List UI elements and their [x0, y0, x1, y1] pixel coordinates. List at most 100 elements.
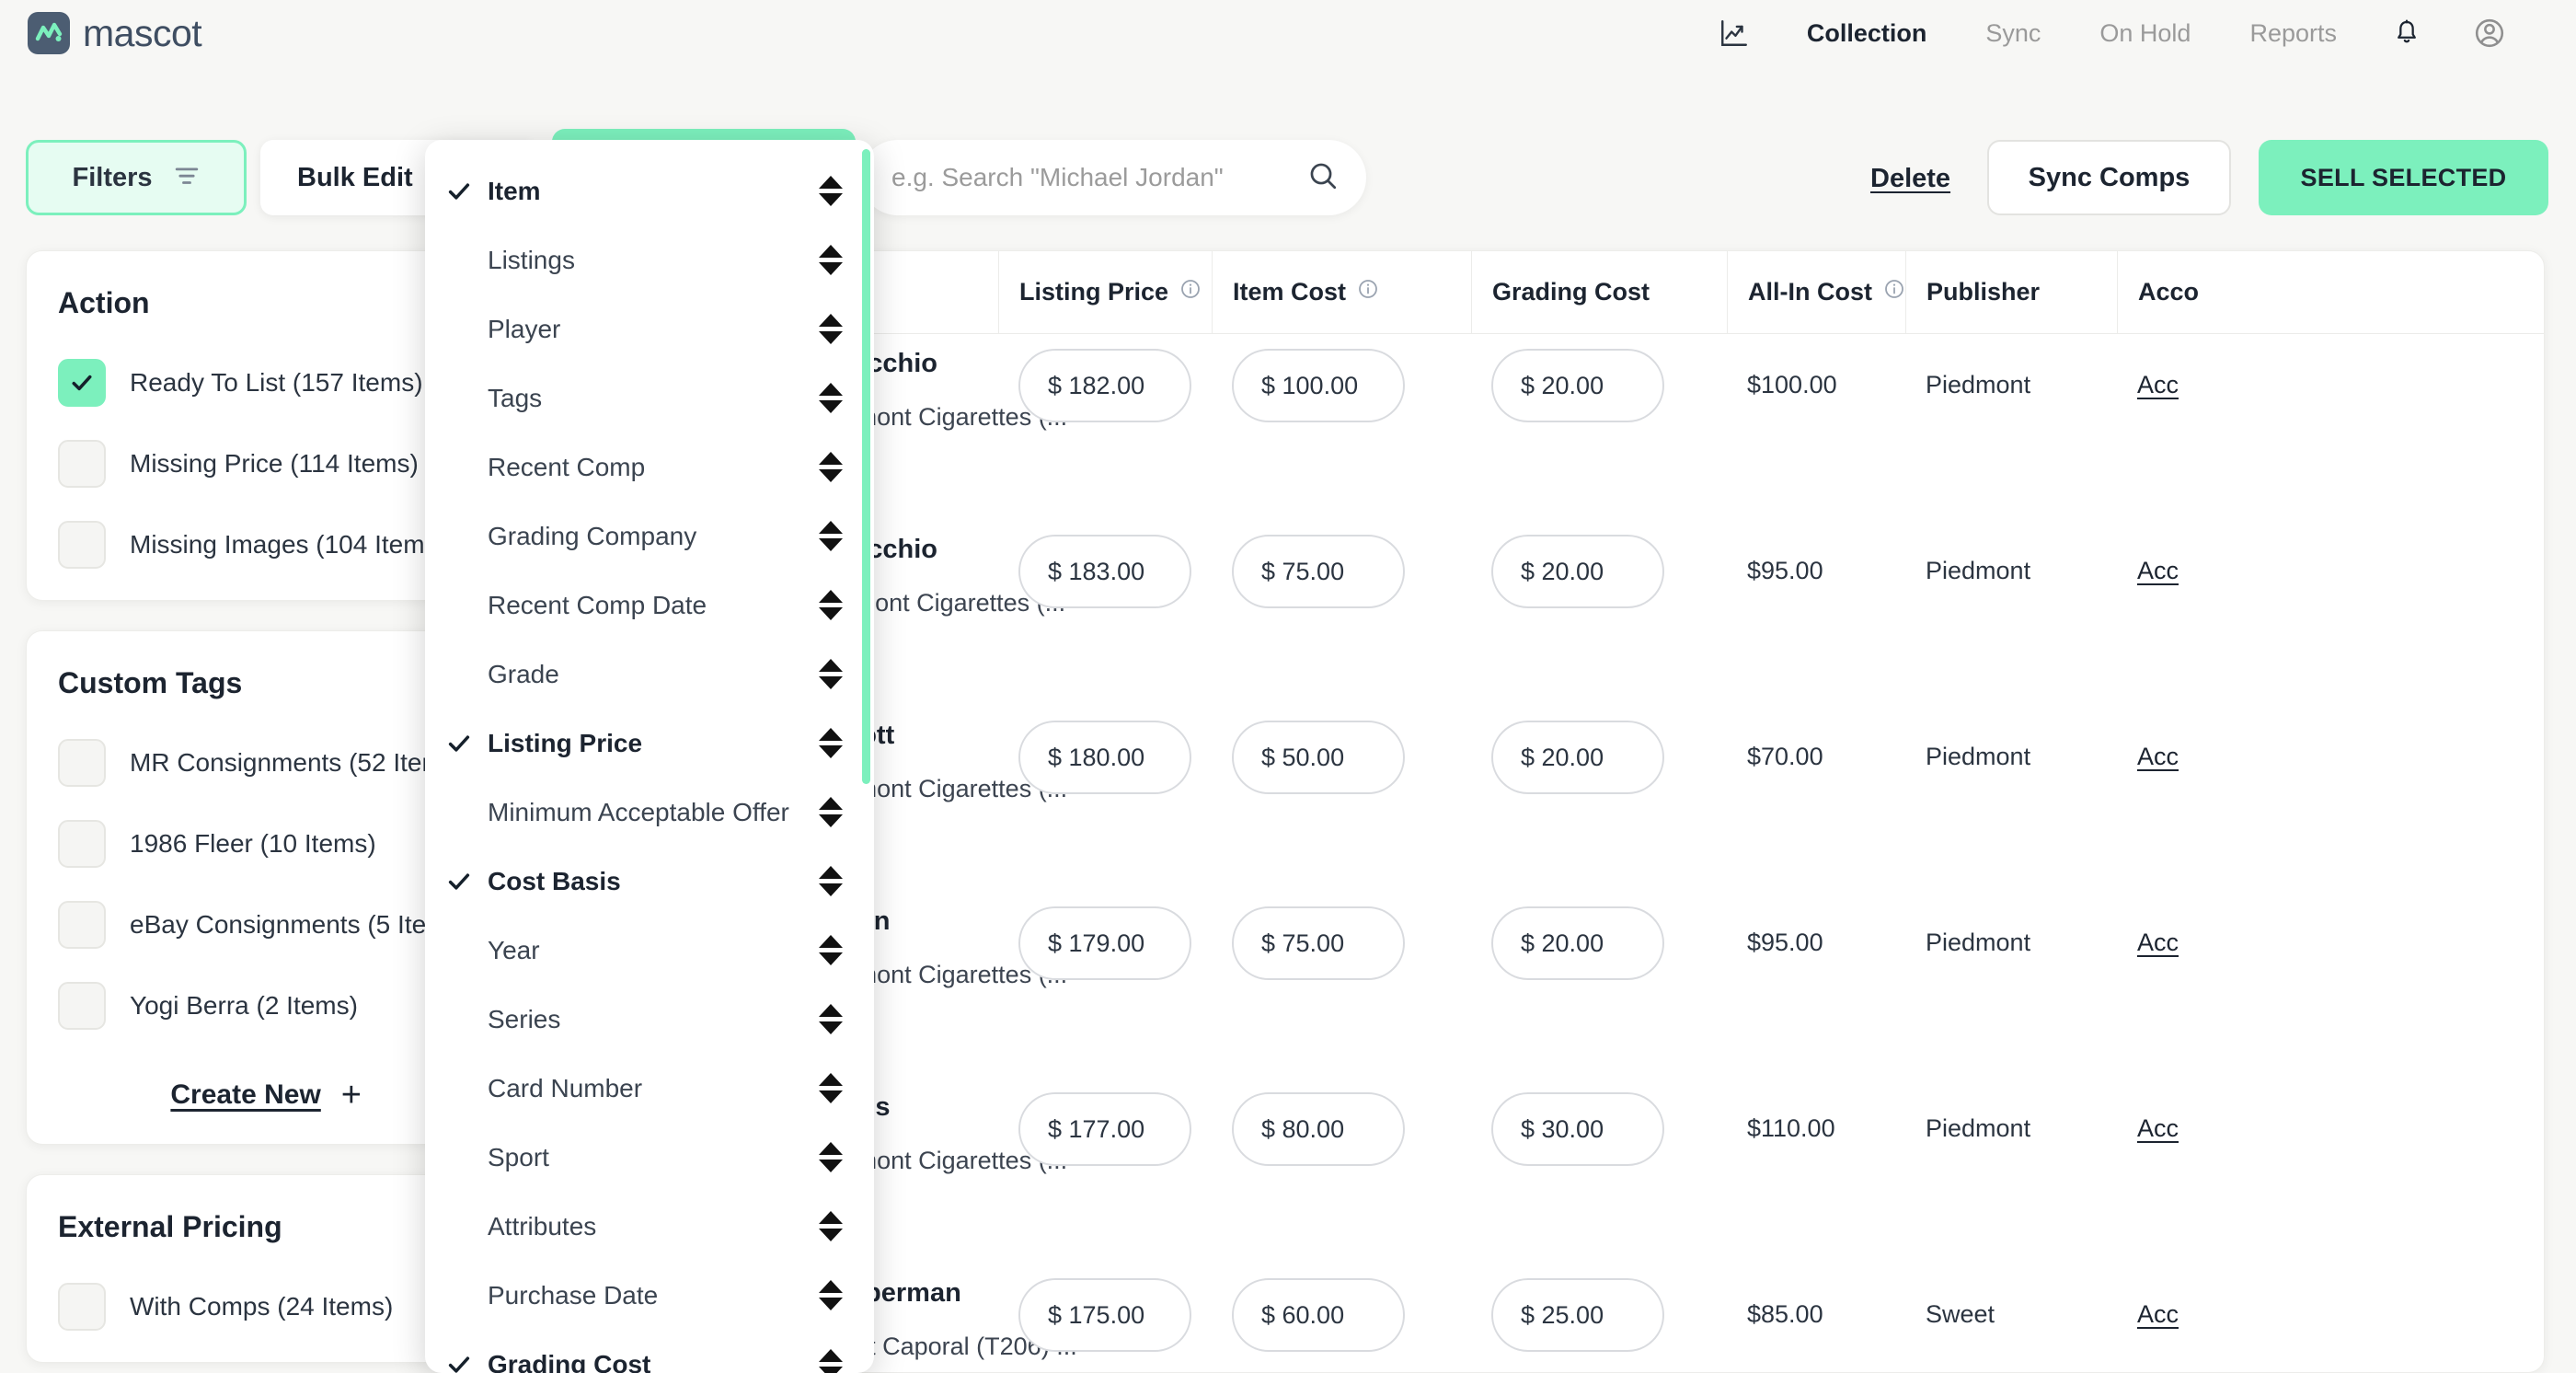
sort-direction-icon[interactable] — [815, 452, 846, 482]
sort-direction-icon[interactable] — [815, 797, 846, 827]
sort-option-card-number[interactable]: Card Number — [425, 1054, 874, 1123]
filters-button[interactable]: Filters — [26, 140, 247, 215]
listing-price-input[interactable]: $ 182.00 — [1018, 349, 1191, 422]
account-link[interactable]: Acc — [2137, 557, 2179, 585]
filter-option-yogi-berra[interactable]: Yogi Berra (2 Items) — [58, 982, 426, 1030]
checkbox-icon[interactable] — [58, 820, 106, 868]
row-listing-price-cell[interactable]: $ 182.00 — [998, 334, 1212, 520]
checkbox-icon[interactable] — [58, 440, 106, 488]
sort-option-purchase-date[interactable]: Purchase Date — [425, 1261, 874, 1330]
row-grading-cost-cell[interactable]: $ 25.00 — [1471, 1263, 1727, 1372]
row-grading-cost-cell[interactable]: $ 20.00 — [1471, 706, 1727, 892]
user-account-icon[interactable] — [2447, 17, 2532, 50]
sort-direction-icon[interactable] — [815, 659, 846, 689]
column-header-all-in-cost[interactable]: All-In Cost — [1727, 251, 1905, 334]
sort-direction-icon[interactable] — [815, 1073, 846, 1103]
row-account-cell[interactable]: Acc — [2117, 1263, 2301, 1372]
search-input[interactable] — [891, 163, 1307, 192]
column-header-listing-price[interactable]: Listing Price — [998, 251, 1212, 334]
sort-option-item[interactable]: Item — [425, 156, 874, 225]
nav-link-on-hold[interactable]: On Hold — [2070, 19, 2220, 48]
filter-option-1986-fleer[interactable]: 1986 Fleer (10 Items) — [58, 820, 426, 868]
checkbox-icon[interactable] — [58, 521, 106, 569]
item-cost-input[interactable]: $ 80.00 — [1232, 1092, 1405, 1166]
item-cost-input[interactable]: $ 75.00 — [1232, 906, 1405, 980]
sort-direction-icon[interactable] — [815, 314, 846, 344]
sort-option-grade[interactable]: Grade — [425, 640, 874, 709]
item-cost-input[interactable]: $ 75.00 — [1232, 535, 1405, 608]
create-new-tag-button[interactable]: Create New + — [58, 1078, 426, 1113]
row-listing-price-cell[interactable]: $ 177.00 — [998, 1078, 1212, 1263]
search-box[interactable] — [860, 140, 1366, 215]
checkbox-icon[interactable] — [58, 739, 106, 787]
row-grading-cost-cell[interactable]: $ 20.00 — [1471, 892, 1727, 1078]
grading-cost-input[interactable]: $ 20.00 — [1491, 721, 1664, 794]
analytics-chart-icon[interactable] — [1691, 17, 1777, 49]
sort-direction-icon[interactable] — [815, 935, 846, 965]
sort-option-cost-basis[interactable]: Cost Basis — [425, 847, 874, 916]
row-listing-price-cell[interactable]: $ 175.00 — [998, 1263, 1212, 1372]
sort-direction-icon[interactable] — [815, 1349, 846, 1373]
row-item-cost-cell[interactable]: $ 50.00 — [1212, 706, 1471, 892]
row-item-cost-cell[interactable]: $ 60.00 — [1212, 1263, 1471, 1372]
nav-link-sync[interactable]: Sync — [1956, 19, 2070, 48]
sell-selected-button[interactable]: SELL SELECTED — [2259, 140, 2548, 215]
listing-price-input[interactable]: $ 180.00 — [1018, 721, 1191, 794]
nav-link-collection[interactable]: Collection — [1777, 19, 1957, 48]
grading-cost-input[interactable]: $ 25.00 — [1491, 1278, 1664, 1352]
sort-direction-icon[interactable] — [815, 521, 846, 551]
row-account-cell[interactable]: Acc — [2117, 892, 2301, 1078]
sort-direction-icon[interactable] — [815, 728, 846, 758]
listing-price-input[interactable]: $ 177.00 — [1018, 1092, 1191, 1166]
checkbox-icon[interactable] — [58, 901, 106, 949]
sort-direction-icon[interactable] — [815, 245, 846, 275]
account-link[interactable]: Acc — [2137, 929, 2179, 957]
filter-option-ready-to-list[interactable]: Ready To List (157 Items) — [58, 359, 426, 407]
listing-price-input[interactable]: $ 175.00 — [1018, 1278, 1191, 1352]
sort-option-series[interactable]: Series — [425, 985, 874, 1054]
nav-link-reports[interactable]: Reports — [2220, 19, 2366, 48]
sort-option-recent-comp[interactable]: Recent Comp — [425, 433, 874, 502]
sort-option-grading-company[interactable]: Grading Company — [425, 502, 874, 571]
search-icon[interactable] — [1307, 160, 1339, 196]
filter-option-missing-price[interactable]: Missing Price (114 Items) — [58, 440, 426, 488]
row-account-cell[interactable]: Acc — [2117, 1078, 2301, 1263]
listing-price-input[interactable]: $ 179.00 — [1018, 906, 1191, 980]
listing-price-input[interactable]: $ 183.00 — [1018, 535, 1191, 608]
account-link[interactable]: Acc — [2137, 371, 2179, 399]
dropdown-scrollbar-thumb[interactable] — [862, 149, 870, 784]
column-header-publisher[interactable]: Publisher — [1905, 251, 2117, 334]
grading-cost-input[interactable]: $ 20.00 — [1491, 535, 1664, 608]
sync-comps-button[interactable]: Sync Comps — [1987, 140, 2231, 215]
sort-option-tags[interactable]: Tags — [425, 363, 874, 433]
row-grading-cost-cell[interactable]: $ 30.00 — [1471, 1078, 1727, 1263]
row-account-cell[interactable]: Acc — [2117, 520, 2301, 706]
row-grading-cost-cell[interactable]: $ 20.00 — [1471, 334, 1727, 520]
row-account-cell[interactable]: Acc — [2117, 706, 2301, 892]
sort-option-listing-price[interactable]: Listing Price — [425, 709, 874, 778]
info-circle-icon[interactable] — [1883, 278, 1905, 306]
account-link[interactable]: Acc — [2137, 1114, 2179, 1143]
sort-option-sport[interactable]: Sport — [425, 1123, 874, 1192]
row-listing-price-cell[interactable]: $ 183.00 — [998, 520, 1212, 706]
sort-direction-icon[interactable] — [815, 1004, 846, 1034]
filter-option-ebay-consignments[interactable]: eBay Consignments (5 Items) — [58, 901, 469, 949]
column-header-account[interactable]: Acco — [2117, 251, 2301, 334]
row-item-cost-cell[interactable]: $ 75.00 — [1212, 892, 1471, 1078]
info-circle-icon[interactable] — [1179, 278, 1202, 306]
sort-direction-icon[interactable] — [815, 1211, 846, 1241]
sort-direction-icon[interactable] — [815, 1280, 846, 1310]
filter-option-missing-images[interactable]: Missing Images (104 Items) — [58, 521, 446, 569]
column-header-grading-cost[interactable]: Grading Cost — [1471, 251, 1727, 334]
item-cost-input[interactable]: $ 60.00 — [1232, 1278, 1405, 1352]
notification-bell-icon[interactable] — [2366, 17, 2447, 49]
item-cost-input[interactable]: $ 100.00 — [1232, 349, 1405, 422]
item-cost-input[interactable]: $ 50.00 — [1232, 721, 1405, 794]
checkbox-icon[interactable] — [58, 1283, 106, 1331]
sort-direction-icon[interactable] — [815, 1142, 846, 1172]
sort-direction-icon[interactable] — [815, 176, 846, 206]
delete-button[interactable]: Delete — [1870, 164, 1950, 194]
account-link[interactable]: Acc — [2137, 743, 2179, 771]
filter-option-with-comps[interactable]: With Comps (24 Items) — [58, 1283, 426, 1331]
row-account-cell[interactable]: Acc — [2117, 334, 2301, 520]
